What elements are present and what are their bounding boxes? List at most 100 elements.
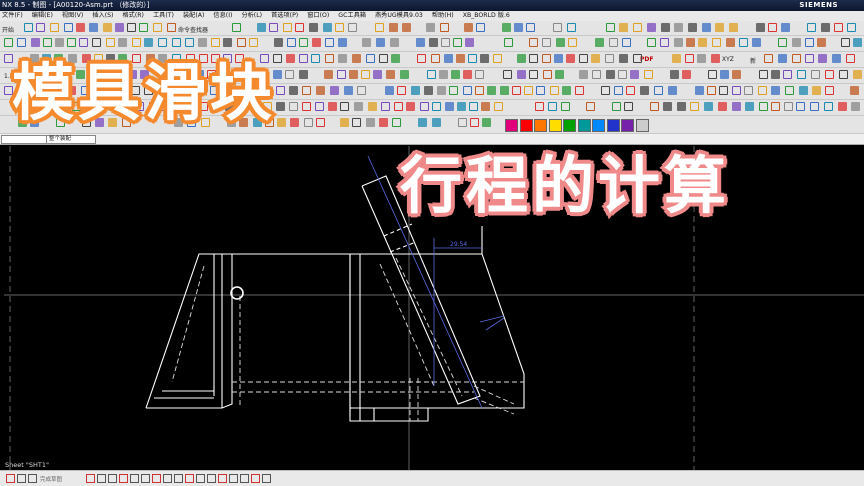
toolbar-tool-icon[interactable] xyxy=(118,38,127,47)
toolbar-tool-icon[interactable] xyxy=(481,102,490,111)
toolbar-tool-icon[interactable] xyxy=(517,54,526,63)
color-swatch[interactable] xyxy=(577,119,591,132)
toolbar-tool-icon[interactable] xyxy=(391,54,400,63)
toolbar-tool-icon[interactable] xyxy=(338,38,347,47)
sketch-tool-icon[interactable] xyxy=(17,474,26,483)
toolbar-tool-icon[interactable] xyxy=(76,23,85,32)
toolbar-tool-icon[interactable] xyxy=(812,86,821,95)
sketch-tool-icon[interactable] xyxy=(262,474,271,483)
sketch-tool-icon[interactable] xyxy=(229,474,238,483)
toolbar-tool-icon[interactable] xyxy=(807,23,816,32)
toolbar-tool-icon[interactable] xyxy=(482,118,491,127)
toolbar-tool-icon[interactable] xyxy=(626,86,635,95)
toolbar-tool-icon[interactable] xyxy=(771,102,780,111)
toolbar-tool-icon[interactable] xyxy=(647,23,656,32)
toolbar-tool-icon[interactable] xyxy=(328,102,337,111)
color-swatch[interactable] xyxy=(592,119,605,132)
toolbar-tool-icon[interactable] xyxy=(674,38,683,47)
sketch-tool-icon[interactable] xyxy=(28,474,37,483)
toolbar-tool-icon[interactable] xyxy=(745,102,754,111)
toolbar-tool-icon[interactable] xyxy=(586,102,595,111)
command-finder[interactable]: 命令查找器 xyxy=(178,25,208,34)
sketch-tool-icon[interactable] xyxy=(185,474,194,483)
toolbar-tool-icon[interactable] xyxy=(50,23,59,32)
toolbar-tool-icon[interactable] xyxy=(144,38,153,47)
toolbar-tool-icon[interactable] xyxy=(232,23,241,32)
toolbar-tool-icon[interactable] xyxy=(323,23,332,32)
toolbar-tool-icon[interactable] xyxy=(340,102,349,111)
toolbar-tool-icon[interactable] xyxy=(805,38,814,47)
toolbar-tool-icon[interactable] xyxy=(542,54,551,63)
color-swatch[interactable] xyxy=(519,119,533,132)
toolbar-tool-icon[interactable] xyxy=(79,38,88,47)
toolbar-tool-icon[interactable] xyxy=(686,38,695,47)
toolbar-tool-icon[interactable] xyxy=(394,102,403,111)
toolbar-tool-icon[interactable] xyxy=(357,86,366,95)
toolbar-tool-icon[interactable] xyxy=(417,54,426,63)
toolbar-tool-icon[interactable] xyxy=(269,23,278,32)
menu-item[interactable]: 帮助(H) xyxy=(432,11,454,21)
toolbar-tool-icon[interactable] xyxy=(759,102,768,111)
toolbar-tool-icon[interactable] xyxy=(64,23,73,32)
toolbar-tool-icon[interactable] xyxy=(663,102,672,111)
sketch-tool-icon[interactable] xyxy=(130,474,139,483)
toolbar-tool-icon[interactable] xyxy=(276,102,285,111)
toolbar-tool-icon[interactable] xyxy=(688,23,697,32)
toolbar-tool-icon[interactable] xyxy=(385,86,394,95)
menu-item[interactable]: 燕秀UG模具9.03 xyxy=(375,11,423,21)
toolbar-tool-icon[interactable] xyxy=(89,23,98,32)
xyz-button[interactable]: XYZ xyxy=(722,56,734,63)
toolbar-tool-icon[interactable] xyxy=(756,23,765,32)
toolbar-tool-icon[interactable] xyxy=(424,86,433,95)
toolbar-tool-icon[interactable] xyxy=(475,86,484,95)
toolbar-tool-icon[interactable] xyxy=(337,70,346,79)
toolbar-tool-icon[interactable] xyxy=(799,86,808,95)
toolbar-tool-icon[interactable] xyxy=(31,38,40,47)
toolbar-tool-icon[interactable] xyxy=(411,86,420,95)
toolbar-tool-icon[interactable] xyxy=(633,54,642,63)
toolbar-tool-icon[interactable] xyxy=(237,38,246,47)
color-swatch[interactable] xyxy=(505,119,518,132)
toolbar-tool-icon[interactable] xyxy=(784,102,793,111)
toolbar-tool-icon[interactable] xyxy=(223,38,232,47)
toolbar-tool-icon[interactable] xyxy=(839,70,848,79)
toolbar-tool-icon[interactable] xyxy=(389,23,398,32)
toolbar-tool-icon[interactable] xyxy=(805,54,814,63)
toolbar-tool-icon[interactable] xyxy=(834,23,843,32)
toolbar-tool-icon[interactable] xyxy=(286,54,295,63)
toolbar-tool-icon[interactable] xyxy=(299,70,308,79)
toolbar-tool-icon[interactable] xyxy=(198,38,207,47)
menu-item[interactable]: 信息(I) xyxy=(213,11,232,21)
toolbar-tool-icon[interactable] xyxy=(487,86,496,95)
toolbar-tool-icon[interactable] xyxy=(818,54,827,63)
toolbar-tool-icon[interactable] xyxy=(103,23,112,32)
menu-item[interactable]: 视图(V) xyxy=(62,11,83,21)
toolbar-tool-icon[interactable] xyxy=(647,38,656,47)
menu-item[interactable]: 工具(T) xyxy=(153,11,174,21)
toolbar-tool-icon[interactable] xyxy=(690,102,699,111)
toolbar-tool-icon[interactable] xyxy=(324,70,333,79)
toolbar-tool-icon[interactable] xyxy=(431,54,440,63)
toolbar-tool-icon[interactable] xyxy=(445,102,454,111)
toolbar-tool-icon[interactable] xyxy=(420,102,429,111)
toolbar-tool-icon[interactable] xyxy=(426,23,435,32)
toolbar-tool-icon[interactable] xyxy=(796,102,805,111)
toolbar-tool-icon[interactable] xyxy=(344,86,353,95)
toolbar-tool-icon[interactable] xyxy=(427,70,436,79)
toolbar-tool-icon[interactable] xyxy=(469,102,478,111)
toolbar-tool-icon[interactable] xyxy=(381,102,390,111)
toolbar-tool-icon[interactable] xyxy=(468,54,477,63)
sketch-tool-icon[interactable] xyxy=(240,474,249,483)
sketch-tool-icon[interactable] xyxy=(6,474,15,483)
toolbar-tool-icon[interactable] xyxy=(354,102,363,111)
toolbar-tool-icon[interactable] xyxy=(312,38,321,47)
toolbar-tool-icon[interactable] xyxy=(375,23,384,32)
toolbar-tool-icon[interactable] xyxy=(654,86,663,95)
toolbar-tool-icon[interactable] xyxy=(437,86,446,95)
toolbar-tool-icon[interactable] xyxy=(529,54,538,63)
toolbar-tool-icon[interactable] xyxy=(682,70,691,79)
toolbar-tool-icon[interactable] xyxy=(524,86,533,95)
toolbar-tool-icon[interactable] xyxy=(368,102,377,111)
toolbar-tool-icon[interactable] xyxy=(440,23,449,32)
toolbar-tool-icon[interactable] xyxy=(718,102,727,111)
